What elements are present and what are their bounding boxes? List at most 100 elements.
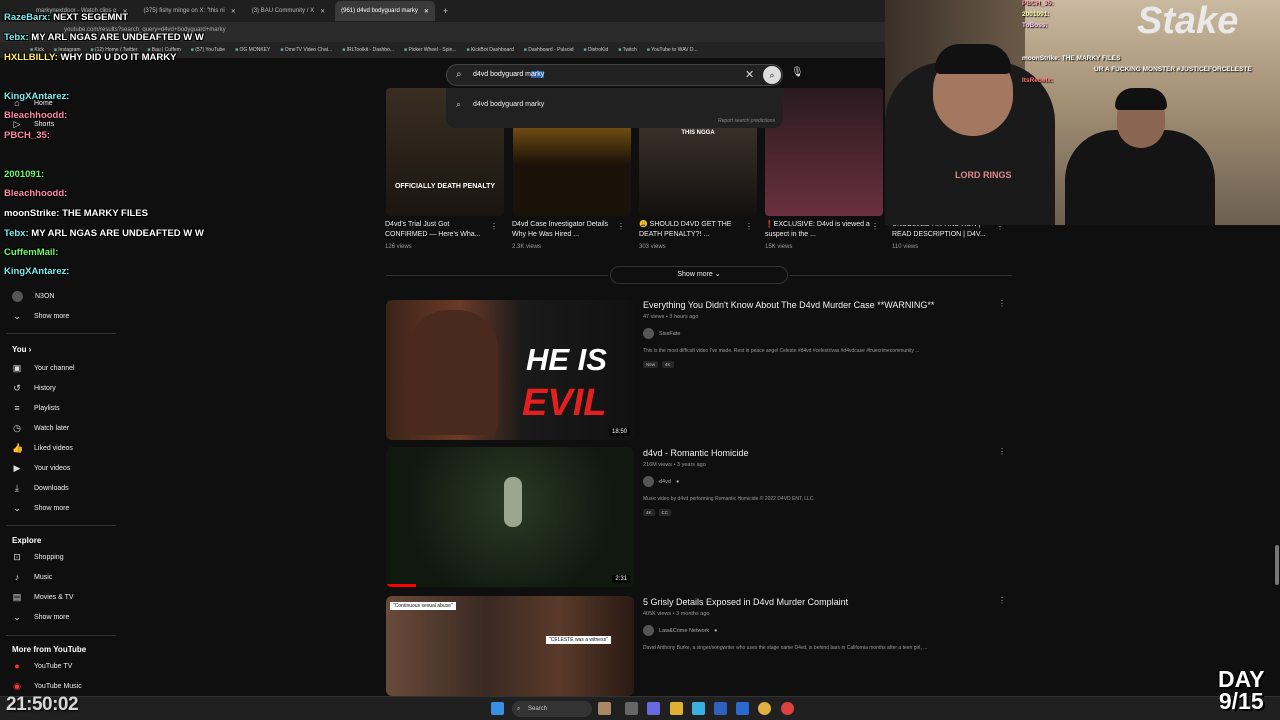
sidebar-item-watch-later[interactable]: ◷ Watch later bbox=[12, 421, 69, 435]
channel-info[interactable]: SissFate bbox=[643, 328, 680, 339]
search-box[interactable]: ⌕ d4vd bodyguard marky ✕ ⌕ bbox=[446, 64, 783, 86]
browser-tab-active[interactable]: (961) d4vd bodyguard marky ✕ bbox=[335, 1, 435, 21]
video-meta: 405K views • 3 months ago bbox=[643, 611, 710, 617]
video-thumbnail[interactable]: "Continuous sexual abuse" "CELESTE was a… bbox=[386, 596, 634, 696]
sidebar-item-n3on[interactable]: N3ON bbox=[12, 289, 54, 303]
sidebar-item-shopping[interactable]: ⊡ Shopping bbox=[12, 550, 64, 564]
chevron-down-icon: ⌄ bbox=[714, 271, 721, 278]
more-options-icon[interactable]: ⋮ bbox=[617, 222, 625, 231]
sidebar-explore-header: Explore bbox=[12, 536, 42, 545]
search-query-text: d4vd bodyguard m bbox=[473, 71, 531, 78]
bookmark[interactable]: DistroKid bbox=[584, 47, 608, 53]
taskbar-search[interactable]: ⌕ Search bbox=[512, 701, 592, 717]
day-value: 9/15 bbox=[1218, 688, 1264, 714]
chat-message: NEXT SEGEMNT bbox=[53, 12, 129, 23]
browser-tab[interactable]: (3) BAU Community / X ✕ bbox=[246, 1, 331, 21]
badge: New bbox=[643, 361, 659, 368]
search-button[interactable]: ⌕ bbox=[763, 66, 781, 84]
channel-info[interactable]: d4vd ● bbox=[643, 476, 679, 487]
sidebar-item-label: Liked videos bbox=[34, 444, 73, 452]
thumbnail-overlay-text: THIS NGGA bbox=[681, 130, 715, 136]
sidebar-item-liked-videos[interactable]: 👍 Liked videos bbox=[12, 441, 73, 455]
sidebar-item-youtube-music[interactable]: ◉ YouTube Music bbox=[12, 679, 82, 693]
channel-info[interactable]: Law&Crime Network ● bbox=[643, 625, 717, 636]
windows-start-icon[interactable] bbox=[491, 702, 504, 715]
bookmark[interactable]: Twitch bbox=[618, 47, 637, 53]
bookmark[interactable]: YouTube to WAV D... bbox=[647, 47, 698, 53]
more-options-icon[interactable]: ⋮ bbox=[998, 299, 1006, 308]
sidebar-show-more[interactable]: ⌄ Show more bbox=[12, 501, 69, 515]
chat-line: CuffemMail: bbox=[4, 247, 58, 258]
more-options-icon[interactable]: ⋮ bbox=[745, 222, 753, 231]
sidebar-item-label: Shorts bbox=[34, 120, 55, 128]
more-options-icon[interactable]: ⋮ bbox=[998, 596, 1006, 605]
more-options-icon[interactable]: ⋮ bbox=[490, 222, 498, 231]
more-options-icon[interactable]: ⋮ bbox=[998, 447, 1006, 456]
sidebar-item-label: Your channel bbox=[34, 364, 75, 372]
scrollbar-thumb[interactable] bbox=[1275, 545, 1279, 585]
search-suggestion[interactable]: d4vd bodyguard marky bbox=[473, 101, 544, 108]
more-options-icon[interactable]: ⋮ bbox=[871, 222, 879, 231]
channel-name: Law&Crime Network bbox=[659, 627, 710, 634]
bookmark[interactable]: Picker Wheel - Spin... bbox=[404, 47, 456, 53]
sidebar-item-youtube-tv[interactable]: ● YouTube TV bbox=[12, 659, 72, 673]
chat-message: THE MARKY FILES bbox=[62, 208, 148, 219]
video-thumbnail[interactable]: HE IS EVIL 18:50 bbox=[386, 300, 634, 440]
report-predictions-link[interactable]: Report search predictions bbox=[718, 118, 775, 124]
search-input[interactable]: d4vd bodyguard marky bbox=[473, 71, 545, 78]
video-title[interactable]: Everything You Didn't Know About The D4v… bbox=[643, 300, 934, 310]
shopping-bag-icon: ⊡ bbox=[13, 552, 21, 562]
store-icon[interactable] bbox=[714, 702, 727, 715]
obs-icon[interactable] bbox=[781, 702, 794, 715]
video-thumbnail[interactable]: 2:31 bbox=[386, 447, 634, 587]
edge-icon[interactable] bbox=[692, 702, 705, 715]
bookmark[interactable]: KickBot Dashboard bbox=[467, 47, 514, 53]
close-icon[interactable]: ✕ bbox=[314, 8, 325, 15]
sidebar-item-your-videos[interactable]: ▶ Your videos bbox=[12, 461, 71, 475]
sidebar-item-your-channel[interactable]: ▣ Your channel bbox=[12, 361, 75, 375]
chat-user: 2001091: bbox=[4, 169, 45, 180]
widgets-icon[interactable] bbox=[598, 702, 611, 715]
chat-user: KingXAntarez: bbox=[4, 91, 70, 102]
sidebar-item-downloads[interactable]: ⤓ Downloads bbox=[12, 481, 69, 495]
watch-progress-bar bbox=[386, 584, 416, 587]
bookmark[interactable]: Dashboard - Pulsoid bbox=[524, 47, 573, 53]
bookmark[interactable]: OmeTV Video Chat... bbox=[280, 47, 332, 53]
sidebar-show-more[interactable]: ⌄ Show more bbox=[12, 610, 69, 624]
sidebar-item-label: Playlists bbox=[34, 404, 60, 412]
bookmark[interactable]: OG MONKEY bbox=[235, 47, 270, 53]
search-icon: ⌕ bbox=[517, 706, 521, 712]
video-title[interactable]: d4vd - Romantic Homicide bbox=[643, 448, 749, 458]
sidebar-item-movies-tv[interactable]: ▤ Movies & TV bbox=[12, 590, 74, 604]
button-label: Show more bbox=[677, 271, 713, 278]
short-title[interactable]: 😩 SHOULD D4VD GET THE DEATH PENALTY?! ..… bbox=[639, 220, 747, 240]
sidebar-item-history[interactable]: ↺ History bbox=[12, 381, 56, 395]
bookmark[interactable]: (57) YouTube bbox=[191, 47, 225, 53]
new-tab-button[interactable]: + bbox=[439, 6, 452, 16]
chevron-down-icon: ⌄ bbox=[13, 612, 21, 622]
browser-tab[interactable]: (375) fishy minge on X: "this ni ✕ bbox=[138, 1, 242, 21]
chrome-icon[interactable] bbox=[758, 702, 771, 715]
close-icon[interactable]: ✕ bbox=[225, 8, 236, 15]
show-more-button[interactable]: Show more ⌄ bbox=[610, 266, 788, 284]
file-explorer-icon[interactable] bbox=[670, 702, 683, 715]
task-view-icon[interactable] bbox=[625, 702, 638, 715]
video-title[interactable]: 5 Grisly Details Exposed in D4vd Murder … bbox=[643, 597, 848, 607]
microphone-icon[interactable]: 🎙 bbox=[791, 67, 804, 78]
bookmark[interactable]: IRLToolkit - Dashbo... bbox=[342, 47, 394, 53]
clear-icon[interactable]: ✕ bbox=[745, 68, 754, 81]
sidebar-show-more[interactable]: ⌄ Show more bbox=[12, 309, 69, 323]
sidebar-item-music[interactable]: ♪ Music bbox=[12, 570, 53, 584]
close-icon[interactable]: ✕ bbox=[418, 8, 429, 15]
short-title[interactable]: D4vd's Trial Just Got CONFIRMED — Here's… bbox=[385, 220, 493, 240]
copilot-icon[interactable] bbox=[647, 702, 660, 715]
duration-badge: 2:31 bbox=[612, 575, 630, 583]
sidebar-item-playlists[interactable]: ≡ Playlists bbox=[12, 401, 60, 415]
sidebar-you-header[interactable]: You › bbox=[12, 345, 31, 354]
mail-icon[interactable] bbox=[736, 702, 749, 715]
short-title[interactable]: ❗EXCLUSIVE: D4vd is viewed a suspect in … bbox=[765, 220, 873, 240]
chat-line: ItsRebelx: bbox=[1022, 77, 1054, 84]
short-title[interactable]: D4vd Case Investigator Details Why He Wa… bbox=[512, 220, 620, 240]
sidebar-item-label: Shopping bbox=[34, 553, 64, 561]
chat-line: 2001091: bbox=[4, 169, 44, 180]
